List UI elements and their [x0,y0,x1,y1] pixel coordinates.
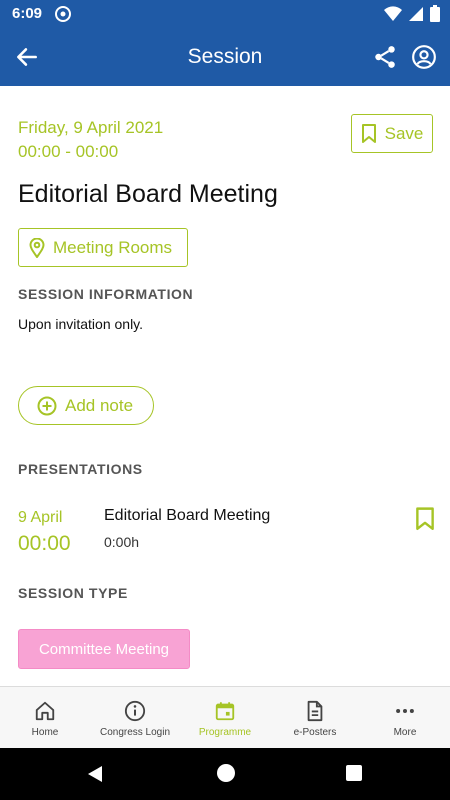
session-time-range: 00:00 - 00:00 [18,142,119,161]
presentations-heading: PRESENTATIONS [18,461,143,477]
system-nav-bar [0,748,450,800]
presentation-time: 00:00 [18,532,71,555]
system-back-icon[interactable] [86,765,104,783]
battery-icon [430,5,440,22]
session-information-text: Upon invitation only. [18,316,144,332]
presentation-bookmark-icon[interactable] [414,507,436,531]
wifi-icon [384,5,402,21]
status-time: 6:09 [12,5,43,22]
info-icon [124,700,146,722]
document-icon [307,700,323,722]
nav-item-home[interactable]: Home [0,687,90,748]
add-note-button[interactable]: Add note [18,386,154,425]
session-date: Friday, 9 April 2021 [18,118,164,137]
nav-label-programme: Programme [198,727,252,738]
app-bar: Session [0,28,450,86]
home-icon [35,701,55,721]
room-button[interactable]: Meeting Rooms [18,228,188,267]
nav-label-more: More [393,727,417,738]
session-type-chip[interactable]: Committee Meeting [18,629,190,669]
location-pin-icon [29,237,45,258]
save-button[interactable]: Save [351,114,433,153]
system-home-icon[interactable] [217,764,235,782]
notification-app-icon [55,6,71,22]
nav-item-programme[interactable]: Programme [180,687,270,748]
save-button-label: Save [384,123,424,143]
nav-label-home: Home [31,727,59,738]
bookmark-icon [361,123,376,143]
status-icons [384,5,440,22]
add-circle-icon [37,396,57,415]
bottom-nav: Home Congress Login Programme e-Posters … [0,686,450,748]
more-icon [396,708,414,714]
signal-icon [409,6,423,21]
session-information-heading: SESSION INFORMATION [18,286,194,302]
nav-label-e-posters: e-Posters [293,727,337,738]
presentation-duration: 0:00h [104,534,140,550]
session-type-heading: SESSION TYPE [18,585,128,601]
nav-item-congress-login[interactable]: Congress Login [90,687,180,748]
share-icon[interactable] [372,44,398,70]
nav-item-more[interactable]: More [360,687,450,748]
add-note-label: Add note [65,395,134,415]
presentation-date: 9 April [18,509,63,526]
system-recents-icon[interactable] [346,765,362,781]
nav-label-congress-login: Congress Login [99,727,171,738]
nav-item-e-posters[interactable]: e-Posters [270,687,360,748]
room-button-label: Meeting Rooms [53,237,173,257]
presentation-title: Editorial Board Meeting [104,507,271,524]
profile-icon[interactable] [411,44,437,70]
calendar-icon [215,702,235,721]
session-detail: Friday, 9 April 2021 00:00 - 00:00 Save … [0,86,450,686]
status-bar: 6:09 [0,0,450,28]
session-title: Editorial Board Meeting [18,180,278,208]
